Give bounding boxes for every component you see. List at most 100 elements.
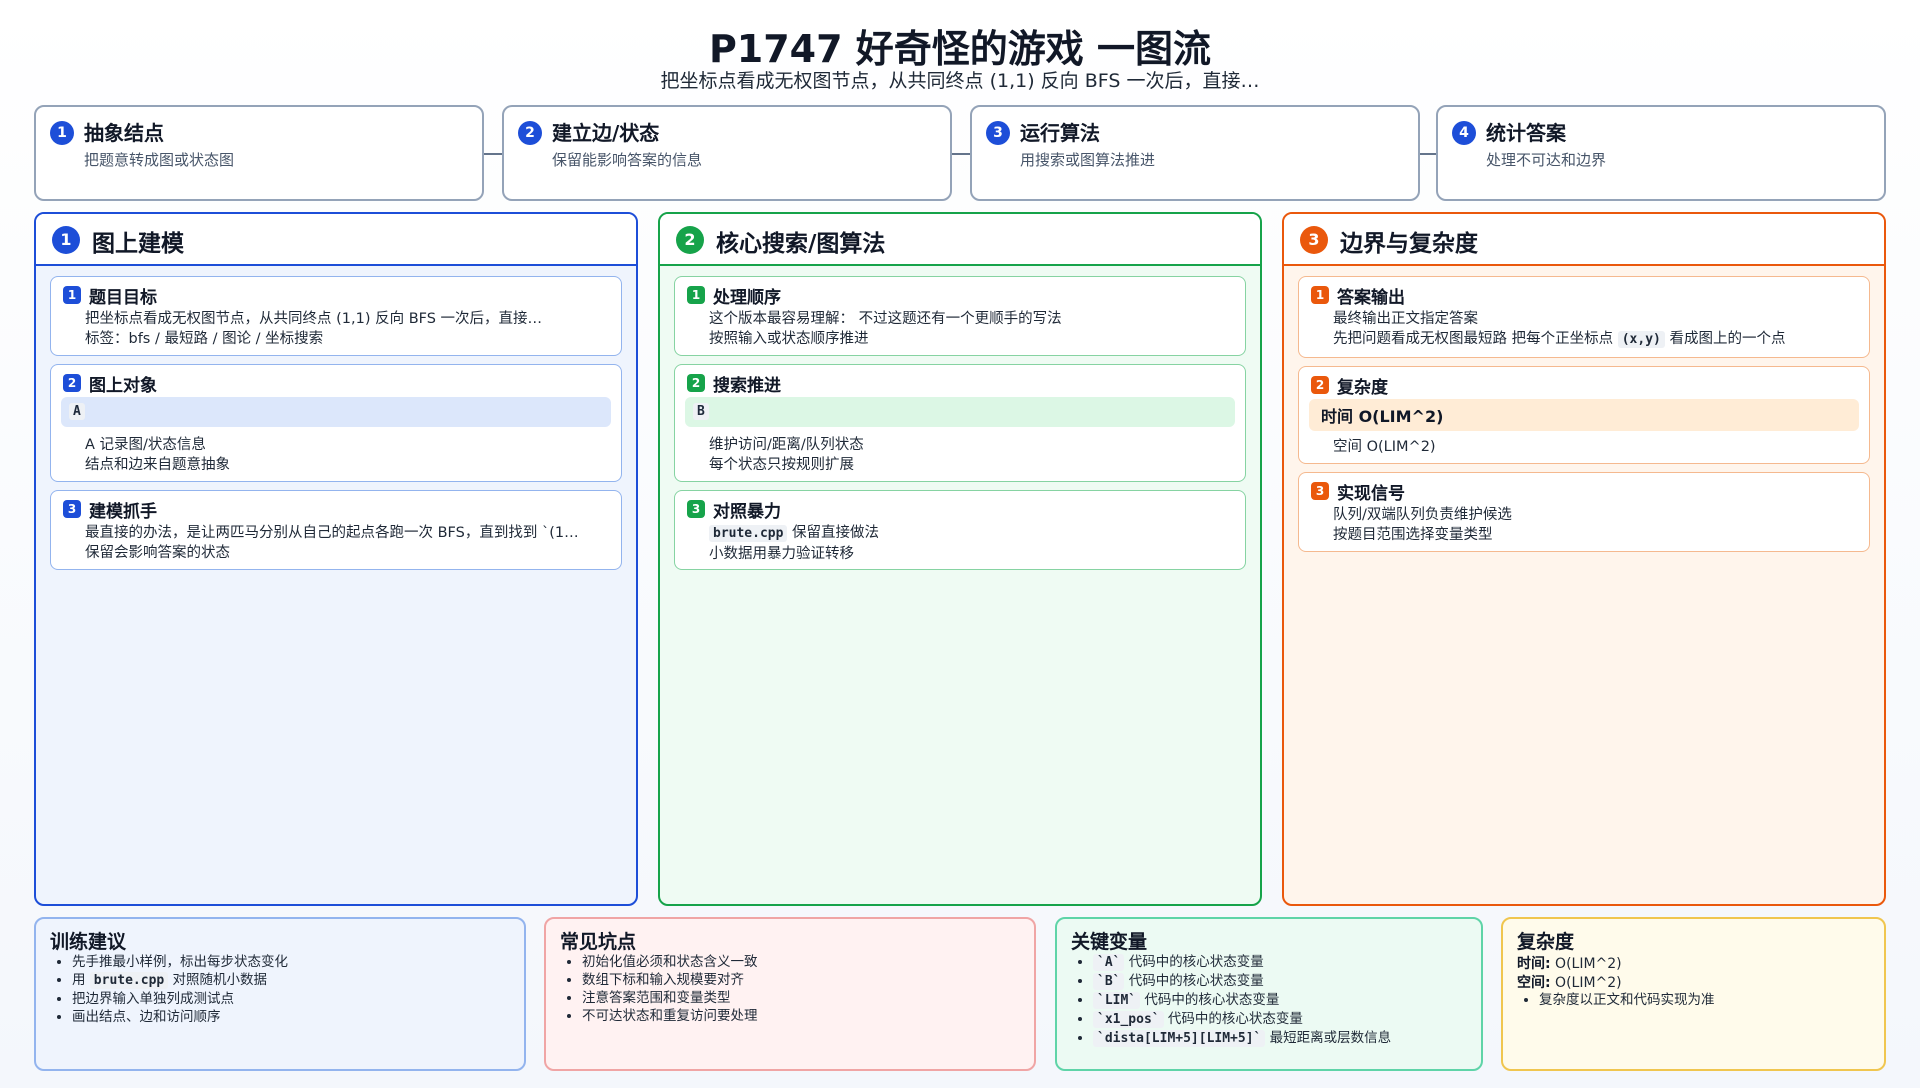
list-item: 标签：bfs / 最短路 / 图论 / 坐标搜索 [85, 329, 611, 349]
variable-highlight-bar: B [685, 397, 1235, 427]
card-number-badge: 1 [1311, 286, 1329, 304]
code-tag: `A` [1093, 954, 1125, 971]
panel-title: 常见坑点 [560, 931, 637, 953]
time-complexity-bar: 时间 O(LIM^2) [1309, 399, 1859, 431]
list-item: `x1_pos` 代码中的核心状态变量 [1093, 1010, 1473, 1029]
card-modeling-handle: 3 建模抓手 最直接的办法，是让两匹马分别从自己的起点各跑一次 BFS，直到找到… [50, 490, 622, 570]
panel-common-pitfalls: 常见坑点 初始化值必须和状态含义一致 数组下标和输入规模要对齐 注意答案范围和变… [544, 917, 1036, 1071]
step-description: 用搜索或图算法推进 [1020, 151, 1156, 169]
card-graph-objects: 2 图上对象 A A 记录图/状态信息 结点和边来自题意抽象 [50, 364, 622, 482]
list-item: 结点和边来自题意抽象 [85, 455, 611, 475]
card-number-badge: 1 [63, 286, 81, 304]
step-title: 统计答案 [1486, 121, 1566, 145]
column-title: 图上建模 [92, 231, 184, 257]
list-item: `B` 代码中的核心状态变量 [1093, 972, 1473, 991]
list-item: 把坐标点看成无权图节点，从共同终点 (1,1) 反向 BFS 一次后，直接… [85, 309, 611, 329]
column-bounds-complexity: 3 边界与复杂度 1 答案输出 最终输出正文指定答案 先把问题看成无权图最短路 … [1282, 212, 1886, 906]
card-brute-force: 3 对照暴力 brute.cpp 保留直接做法 小数据用暴力验证转移 [674, 490, 1246, 570]
code-tag: A [69, 403, 85, 420]
list-item: 把边界输入单独列成测试点 [72, 990, 516, 1008]
panel-complexity: 复杂度 时间: O(LIM^2) 空间: O(LIM^2) 复杂度以正文和代码实… [1501, 917, 1886, 1071]
step-description: 把题意转成图或状态图 [84, 151, 235, 169]
panel-title: 训练建议 [50, 931, 127, 953]
column-core-search: 2 核心搜索/图算法 1 处理顺序 这个版本最容易理解： 不过这题还有一个更顺手… [658, 212, 1262, 906]
code-tag: `B` [1093, 973, 1125, 990]
list-item: 按题目范围选择变量类型 [1333, 525, 1859, 545]
list-item: `dista[LIM+5][LIM+5]` 最短距离或层数信息 [1093, 1029, 1473, 1048]
column-header: 2 核心搜索/图算法 [660, 214, 1260, 266]
card-title: 图上对象 [89, 376, 157, 396]
card-number-badge: 3 [687, 500, 705, 518]
card-number-badge: 1 [687, 286, 705, 304]
list-item: 空间 O(LIM^2) [1333, 437, 1859, 457]
card-title: 搜索推进 [713, 376, 781, 396]
column-header: 1 图上建模 [36, 214, 636, 266]
page-title: P1747 好奇怪的游戏 一图流 [708, 27, 1212, 71]
card-search-advance: 2 搜索推进 B 维护访问/距离/队列状态 每个状态只按规则扩展 [674, 364, 1246, 482]
code-tag: brute.cpp [89, 972, 169, 989]
card-number-badge: 3 [1311, 482, 1329, 500]
step-description: 处理不可达和边界 [1486, 151, 1607, 169]
column-header: 3 边界与复杂度 [1284, 214, 1884, 266]
list-item: `LIM` 代码中的核心状态变量 [1093, 991, 1473, 1010]
column-number-badge: 2 [676, 226, 704, 254]
card-title: 处理顺序 [713, 288, 781, 308]
list-item: 数组下标和输入规模要对齐 [582, 971, 1026, 989]
card-answer-output: 1 答案输出 最终输出正文指定答案 先把问题看成无权图最短路 把每个正坐标点 (… [1298, 276, 1870, 358]
step-card-2: 2 建立边/状态 保留能影响答案的信息 [502, 105, 952, 201]
panel-title: 关键变量 [1071, 931, 1148, 953]
list-item: 初始化值必须和状态含义一致 [582, 953, 1026, 971]
list-item: A 记录图/状态信息 [85, 435, 611, 455]
column-number-badge: 1 [52, 226, 80, 254]
space-complexity-line: 空间: O(LIM^2) [1517, 975, 1622, 991]
list-item: 最直接的办法，是让两匹马分别从自己的起点各跑一次 BFS，直到找到 `(1… [85, 523, 611, 543]
step-connector [952, 153, 970, 155]
step-description: 保留能影响答案的信息 [552, 151, 703, 169]
step-number-badge: 3 [986, 121, 1010, 145]
list-item: 每个状态只按规则扩展 [709, 455, 1235, 475]
list-item: 注意答案范围和变量类型 [582, 989, 1026, 1007]
code-tag: (x,y) [1617, 331, 1665, 348]
code-tag: `LIM` [1093, 992, 1141, 1009]
card-number-badge: 2 [687, 374, 705, 392]
variable-highlight-bar: A [61, 397, 611, 427]
card-number-badge: 2 [1311, 376, 1329, 394]
step-card-3: 3 运行算法 用搜索或图算法推进 [970, 105, 1420, 201]
list-item: 用 brute.cpp 对照随机小数据 [72, 971, 516, 990]
list-item: 这个版本最容易理解： 不过这题还有一个更顺手的写法 [709, 309, 1235, 329]
time-complexity-text: 时间 O(LIM^2) [1321, 407, 1444, 426]
column-number-badge: 3 [1300, 226, 1328, 254]
card-title: 答案输出 [1337, 288, 1405, 308]
card-title: 题目目标 [89, 288, 157, 308]
step-number-badge: 1 [50, 121, 74, 145]
column-title: 边界与复杂度 [1340, 231, 1478, 257]
card-processing-order: 1 处理顺序 这个版本最容易理解： 不过这题还有一个更顺手的写法 按照输入或状态… [674, 276, 1246, 356]
step-connector [484, 153, 502, 155]
list-item: 按照输入或状态顺序推进 [709, 329, 1235, 349]
list-item: 小数据用暴力验证转移 [709, 544, 1235, 564]
list-item: `A` 代码中的核心状态变量 [1093, 953, 1473, 972]
card-title: 实现信号 [1337, 484, 1405, 504]
step-title: 建立边/状态 [552, 121, 660, 145]
list-item: brute.cpp 保留直接做法 [709, 523, 1235, 544]
column-title: 核心搜索/图算法 [716, 231, 886, 257]
step-number-badge: 4 [1452, 121, 1476, 145]
code-tag: `dista[LIM+5][LIM+5]` [1093, 1030, 1266, 1047]
step-flow: 1 抽象结点 把题意转成图或状态图 2 建立边/状态 保留能影响答案的信息 3 … [34, 105, 1886, 201]
time-complexity-line: 时间: O(LIM^2) [1517, 956, 1622, 972]
panel-title: 复杂度 [1517, 931, 1575, 953]
step-title: 抽象结点 [84, 121, 164, 145]
code-tag: B [693, 403, 709, 420]
step-title: 运行算法 [1020, 121, 1100, 145]
card-number-badge: 2 [63, 374, 81, 392]
card-title: 对照暴力 [713, 502, 781, 522]
page-subtitle: 把坐标点看成无权图节点，从共同终点 (1,1) 反向 BFS 一次后，直接… [660, 70, 1260, 92]
list-item: 最终输出正文指定答案 [1333, 309, 1859, 329]
list-item: 复杂度以正文和代码实现为准 [1539, 991, 1876, 1009]
step-card-4: 4 统计答案 处理不可达和边界 [1436, 105, 1886, 201]
panel-key-variables: 关键变量 `A` 代码中的核心状态变量 `B` 代码中的核心状态变量 `LIM`… [1055, 917, 1483, 1071]
list-item: 先把问题看成无权图最短路 把每个正坐标点 (x,y) 看成图上的一个点 [1333, 329, 1859, 350]
step-number-badge: 2 [518, 121, 542, 145]
card-title: 复杂度 [1337, 378, 1388, 398]
code-tag: brute.cpp [709, 525, 788, 542]
